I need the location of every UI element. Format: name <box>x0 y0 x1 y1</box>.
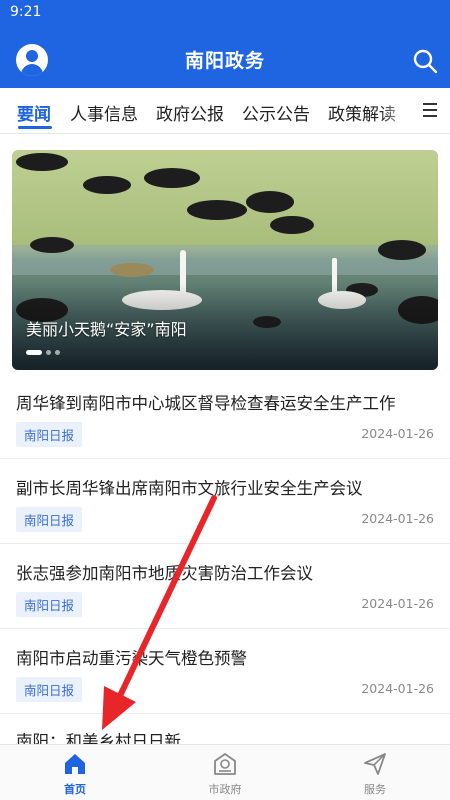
news-item[interactable]: 南阳：和美乡村日日新 <box>0 714 450 751</box>
news-date: 2024-01-26 <box>361 596 434 611</box>
app-title: 南阳政务 <box>184 50 265 72</box>
news-title: 周华锋到南阳市中心城区督导检查春运安全生产工作 <box>16 394 396 413</box>
app-bar: 南阳政务 <box>0 26 450 88</box>
news-source-tag: 南阳日报 <box>16 507 83 532</box>
search-icon[interactable] <box>412 48 438 74</box>
government-building-icon <box>214 753 236 775</box>
news-source-tag: 南阳日报 <box>16 422 83 447</box>
tab-personnel[interactable]: 人事信息 <box>70 100 138 125</box>
status-time: 9:21 <box>10 4 42 20</box>
tab-news[interactable]: 要闻 <box>17 100 51 125</box>
paper-plane-icon <box>364 753 386 775</box>
bottom-nav: 首页 市政府 服务 <box>0 744 450 800</box>
banner-caption: 美丽小天鹅“安家”南阳 <box>26 320 187 339</box>
nav-government-label: 市政府 <box>208 783 242 796</box>
nav-government[interactable]: 市政府 <box>180 751 270 797</box>
carousel-dot-active <box>26 350 42 355</box>
news-date: 2024-01-26 <box>361 681 434 696</box>
carousel-dot <box>46 350 51 355</box>
news-date: 2024-01-26 <box>361 511 434 526</box>
news-item[interactable]: 副市长周华锋出席南阳市文旅行业安全生产会议 南阳日报 2024-01-26 <box>0 459 450 544</box>
active-tab-indicator <box>18 126 52 129</box>
news-item[interactable]: 周华锋到南阳市中心城区督导检查春运安全生产工作 南阳日报 2024-01-26 <box>0 374 450 459</box>
category-tabs: 要闻 人事信息 政府公报 公示公告 政策解读 <box>0 88 450 134</box>
tab-gazette[interactable]: 政府公报 <box>156 100 224 125</box>
nav-services[interactable]: 服务 <box>330 751 420 797</box>
news-date: 2024-01-26 <box>361 426 434 441</box>
menu-icon[interactable] <box>423 103 437 117</box>
news-item[interactable]: 南阳市启动重污染天气橙色预警 南阳日报 2024-01-26 <box>0 629 450 714</box>
tabs-fade <box>380 88 416 132</box>
nav-home[interactable]: 首页 <box>30 751 120 797</box>
carousel-dot <box>55 350 60 355</box>
news-source-tag: 南阳日报 <box>16 592 83 617</box>
news-item[interactable]: 张志强参加南阳市地质灾害防治工作会议 南阳日报 2024-01-26 <box>0 544 450 629</box>
news-title: 张志强参加南阳市地质灾害防治工作会议 <box>16 564 313 583</box>
news-source-tag: 南阳日报 <box>16 677 83 702</box>
news-title: 副市长周华锋出席南阳市文旅行业安全生产会议 <box>16 479 363 498</box>
nav-services-label: 服务 <box>364 783 386 796</box>
tab-announcements[interactable]: 公示公告 <box>242 100 310 125</box>
news-title: 南阳市启动重污染天气橙色预警 <box>16 649 247 668</box>
nav-home-label: 首页 <box>64 783 86 796</box>
banner-carousel[interactable]: 美丽小天鹅“安家”南阳 <box>12 150 438 370</box>
home-icon <box>65 754 85 774</box>
status-bar: 9:21 <box>0 0 450 26</box>
